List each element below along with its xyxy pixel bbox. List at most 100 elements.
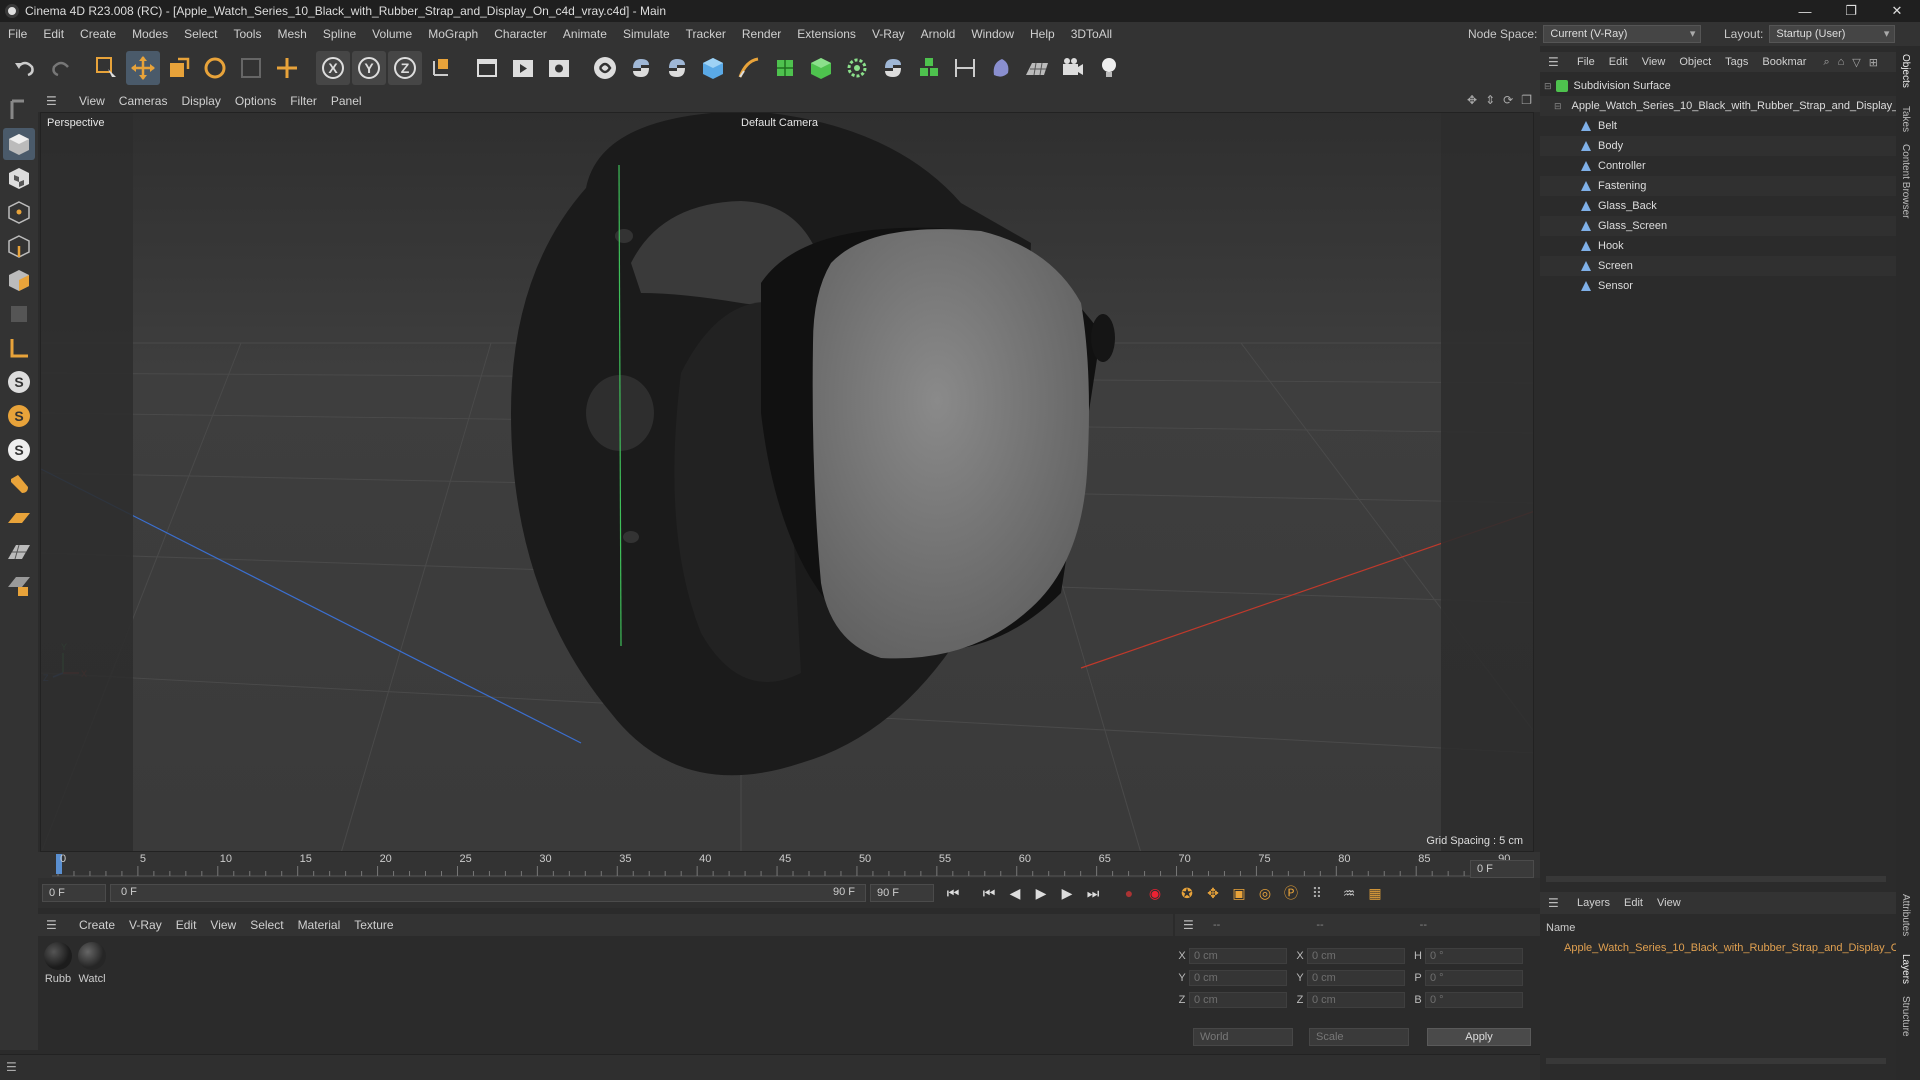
measure-button[interactable] — [948, 51, 982, 85]
search-icon[interactable]: ⌕ — [1823, 56, 1829, 69]
mograph-button[interactable] — [912, 51, 946, 85]
material-swatch[interactable]: Rubb — [42, 942, 74, 985]
collapse-icon[interactable]: ⊟ — [1554, 101, 1562, 112]
workplane-button[interactable] — [3, 502, 35, 534]
material-menu-edit[interactable]: Edit — [169, 918, 204, 932]
tree-row-subdivision[interactable]: ⊟ Subdivision Surface — [1540, 76, 1896, 96]
coordinate-system-button[interactable] — [424, 51, 458, 85]
snap-button[interactable]: S — [3, 366, 35, 398]
render-view-button[interactable] — [470, 51, 504, 85]
move-tool-button[interactable] — [126, 51, 160, 85]
size-y-field[interactable]: 0 cm — [1307, 970, 1405, 986]
side-tab-layers[interactable]: Layers — [1900, 954, 1911, 984]
viewport-menu-panel[interactable]: Panel — [324, 94, 369, 108]
previous-frame-button[interactable]: ◀ — [1002, 881, 1028, 905]
size-x-field[interactable]: 0 cm — [1307, 948, 1405, 964]
object-menu-tags[interactable]: Tags — [1718, 56, 1755, 68]
render-picture-viewer-button[interactable] — [506, 51, 540, 85]
texture-mode-button[interactable] — [3, 162, 35, 194]
coordinate-space-dropdown[interactable]: World — [1193, 1028, 1293, 1046]
maximize-button[interactable]: ❐ — [1828, 0, 1874, 22]
z-axis-lock-button[interactable]: Z — [388, 51, 422, 85]
current-frame-field[interactable]: 0 F — [42, 884, 106, 902]
minimize-button[interactable]: — — [1782, 0, 1828, 22]
layer-menu-icon[interactable]: ☰ — [1548, 896, 1562, 910]
live-selection-button[interactable] — [90, 51, 124, 85]
tree-row-screen[interactable]: Screen — [1540, 256, 1896, 276]
layer-scrollbar[interactable] — [1546, 1058, 1886, 1064]
axis-mode-button[interactable] — [3, 332, 35, 364]
y-axis-lock-button[interactable]: Y — [352, 51, 386, 85]
layer-menu-edit[interactable]: Edit — [1617, 897, 1650, 909]
uv-mode-button[interactable] — [3, 298, 35, 330]
scale-tool-button[interactable] — [162, 51, 196, 85]
material-swatch[interactable]: Watcl — [76, 942, 108, 985]
viewport-menu-cameras[interactable]: Cameras — [112, 94, 175, 108]
menu-mesh[interactable]: Mesh — [269, 27, 314, 41]
menu-edit[interactable]: Edit — [35, 27, 72, 41]
snap-quantize-button[interactable]: S — [3, 434, 35, 466]
viewport-menu-view[interactable]: View — [72, 94, 112, 108]
deformer-button[interactable] — [984, 51, 1018, 85]
viewport-menu-filter[interactable]: Filter — [283, 94, 324, 108]
home-icon[interactable]: ⌂ — [1838, 56, 1845, 68]
apply-button[interactable]: Apply — [1427, 1028, 1531, 1046]
record-disabled-button[interactable]: ● — [1116, 881, 1142, 905]
cloner-button[interactable] — [840, 51, 874, 85]
floor-button[interactable] — [1020, 51, 1054, 85]
next-frame-button[interactable]: ▶ — [1054, 881, 1080, 905]
keyframe-selection-button[interactable]: ✪ — [1174, 881, 1200, 905]
rotation-p-field[interactable]: 0 ° — [1425, 970, 1523, 986]
rotate-tool-button[interactable] — [198, 51, 232, 85]
key-rotation-button[interactable]: ◎ — [1252, 881, 1278, 905]
light-button[interactable] — [1092, 51, 1126, 85]
frame-range-slider[interactable]: 0 F 90 F — [110, 884, 866, 902]
edges-mode-button[interactable] — [3, 230, 35, 262]
end-frame-field[interactable]: 90 F — [870, 884, 934, 902]
menu-spline[interactable]: Spline — [315, 27, 364, 41]
magnet-button[interactable] — [3, 468, 35, 500]
material-menu-material[interactable]: Material — [291, 918, 348, 932]
x-axis-lock-button[interactable]: X — [316, 51, 350, 85]
coordinates-menu-icon[interactable]: ☰ — [1183, 918, 1199, 932]
camera-button[interactable] — [1056, 51, 1090, 85]
object-menu-view[interactable]: View — [1635, 56, 1673, 68]
object-menu-file[interactable]: File — [1570, 56, 1602, 68]
layer-menu-layers[interactable]: Layers — [1570, 897, 1617, 909]
polygons-mode-button[interactable] — [3, 264, 35, 296]
python-script-button-1[interactable] — [624, 51, 658, 85]
viewport-3d[interactable]: Y X Z Perspective Default Camera Grid Sp… — [40, 112, 1534, 852]
points-mode-button[interactable] — [3, 196, 35, 228]
render-settings-button[interactable] — [542, 51, 576, 85]
tree-row-sensor[interactable]: Sensor — [1540, 276, 1896, 296]
key-scale-button[interactable]: ▣ — [1226, 881, 1252, 905]
layer-menu-view[interactable]: View — [1650, 897, 1688, 909]
play-button[interactable]: ▶ — [1028, 881, 1054, 905]
tree-row-controller[interactable]: Controller — [1540, 156, 1896, 176]
redo-button[interactable] — [44, 51, 78, 85]
subdivision-button[interactable] — [768, 51, 802, 85]
menu-simulate[interactable]: Simulate — [615, 27, 678, 41]
material-menu-vray[interactable]: V-Ray — [122, 918, 169, 932]
key-pla-button[interactable]: ⠿ — [1304, 881, 1330, 905]
locked-workplane-button[interactable] — [3, 570, 35, 602]
menu-vray[interactable]: V-Ray — [864, 27, 913, 41]
side-tab-structure[interactable]: Structure — [1900, 996, 1911, 1037]
grid-snap-button[interactable] — [3, 536, 35, 568]
menu-volume[interactable]: Volume — [364, 27, 420, 41]
side-tab-takes[interactable]: Takes — [1900, 106, 1911, 132]
model-mode-button[interactable] — [3, 128, 35, 160]
rotation-b-field[interactable]: 0 ° — [1425, 992, 1523, 1008]
viewport-menu-icon[interactable]: ☰ — [46, 94, 62, 108]
python-script-button-3[interactable] — [876, 51, 910, 85]
tree-row-body[interactable]: Body — [1540, 136, 1896, 156]
menu-animate[interactable]: Animate — [555, 27, 615, 41]
node-space-dropdown[interactable]: Current (V-Ray) — [1543, 25, 1702, 43]
material-menu-select[interactable]: Select — [243, 918, 290, 932]
menu-character[interactable]: Character — [486, 27, 555, 41]
menu-modes[interactable]: Modes — [124, 27, 176, 41]
size-z-field[interactable]: 0 cm — [1307, 992, 1405, 1008]
object-menu-icon[interactable]: ☰ — [1548, 55, 1562, 69]
position-x-field[interactable]: 0 cm — [1189, 948, 1287, 964]
position-z-field[interactable]: 0 cm — [1189, 992, 1287, 1008]
